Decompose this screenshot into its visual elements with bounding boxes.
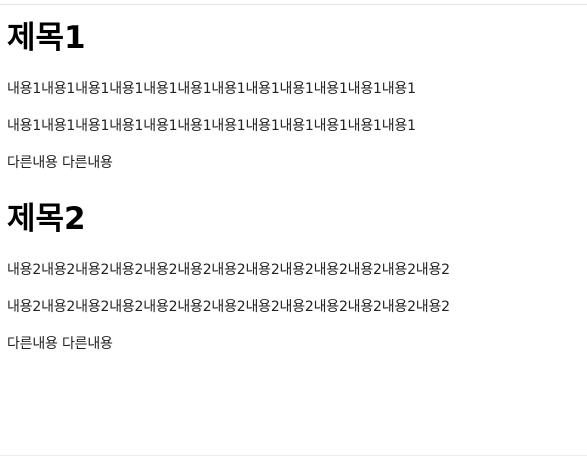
- section-paragraph: 다른내용 다른내용: [7, 155, 113, 171]
- section-paragraph: 내용1내용1내용1내용1내용1내용1내용1내용1내용1내용1내용1내용1: [7, 81, 416, 97]
- section-title: 제목1: [7, 20, 86, 56]
- section-paragraph: 다른내용 다른내용: [7, 336, 113, 352]
- section-paragraph: 내용1내용1내용1내용1내용1내용1내용1내용1내용1내용1내용1내용1: [7, 118, 416, 134]
- section-paragraph: 내용2내용2내용2내용2내용2내용2내용2내용2내용2내용2내용2내용2내용2: [7, 262, 450, 278]
- top-divider: [0, 4, 587, 5]
- bottom-divider: [0, 455, 587, 456]
- section-paragraph: 내용2내용2내용2내용2내용2내용2내용2내용2내용2내용2내용2내용2내용2: [7, 299, 450, 315]
- section-title: 제목2: [7, 201, 86, 237]
